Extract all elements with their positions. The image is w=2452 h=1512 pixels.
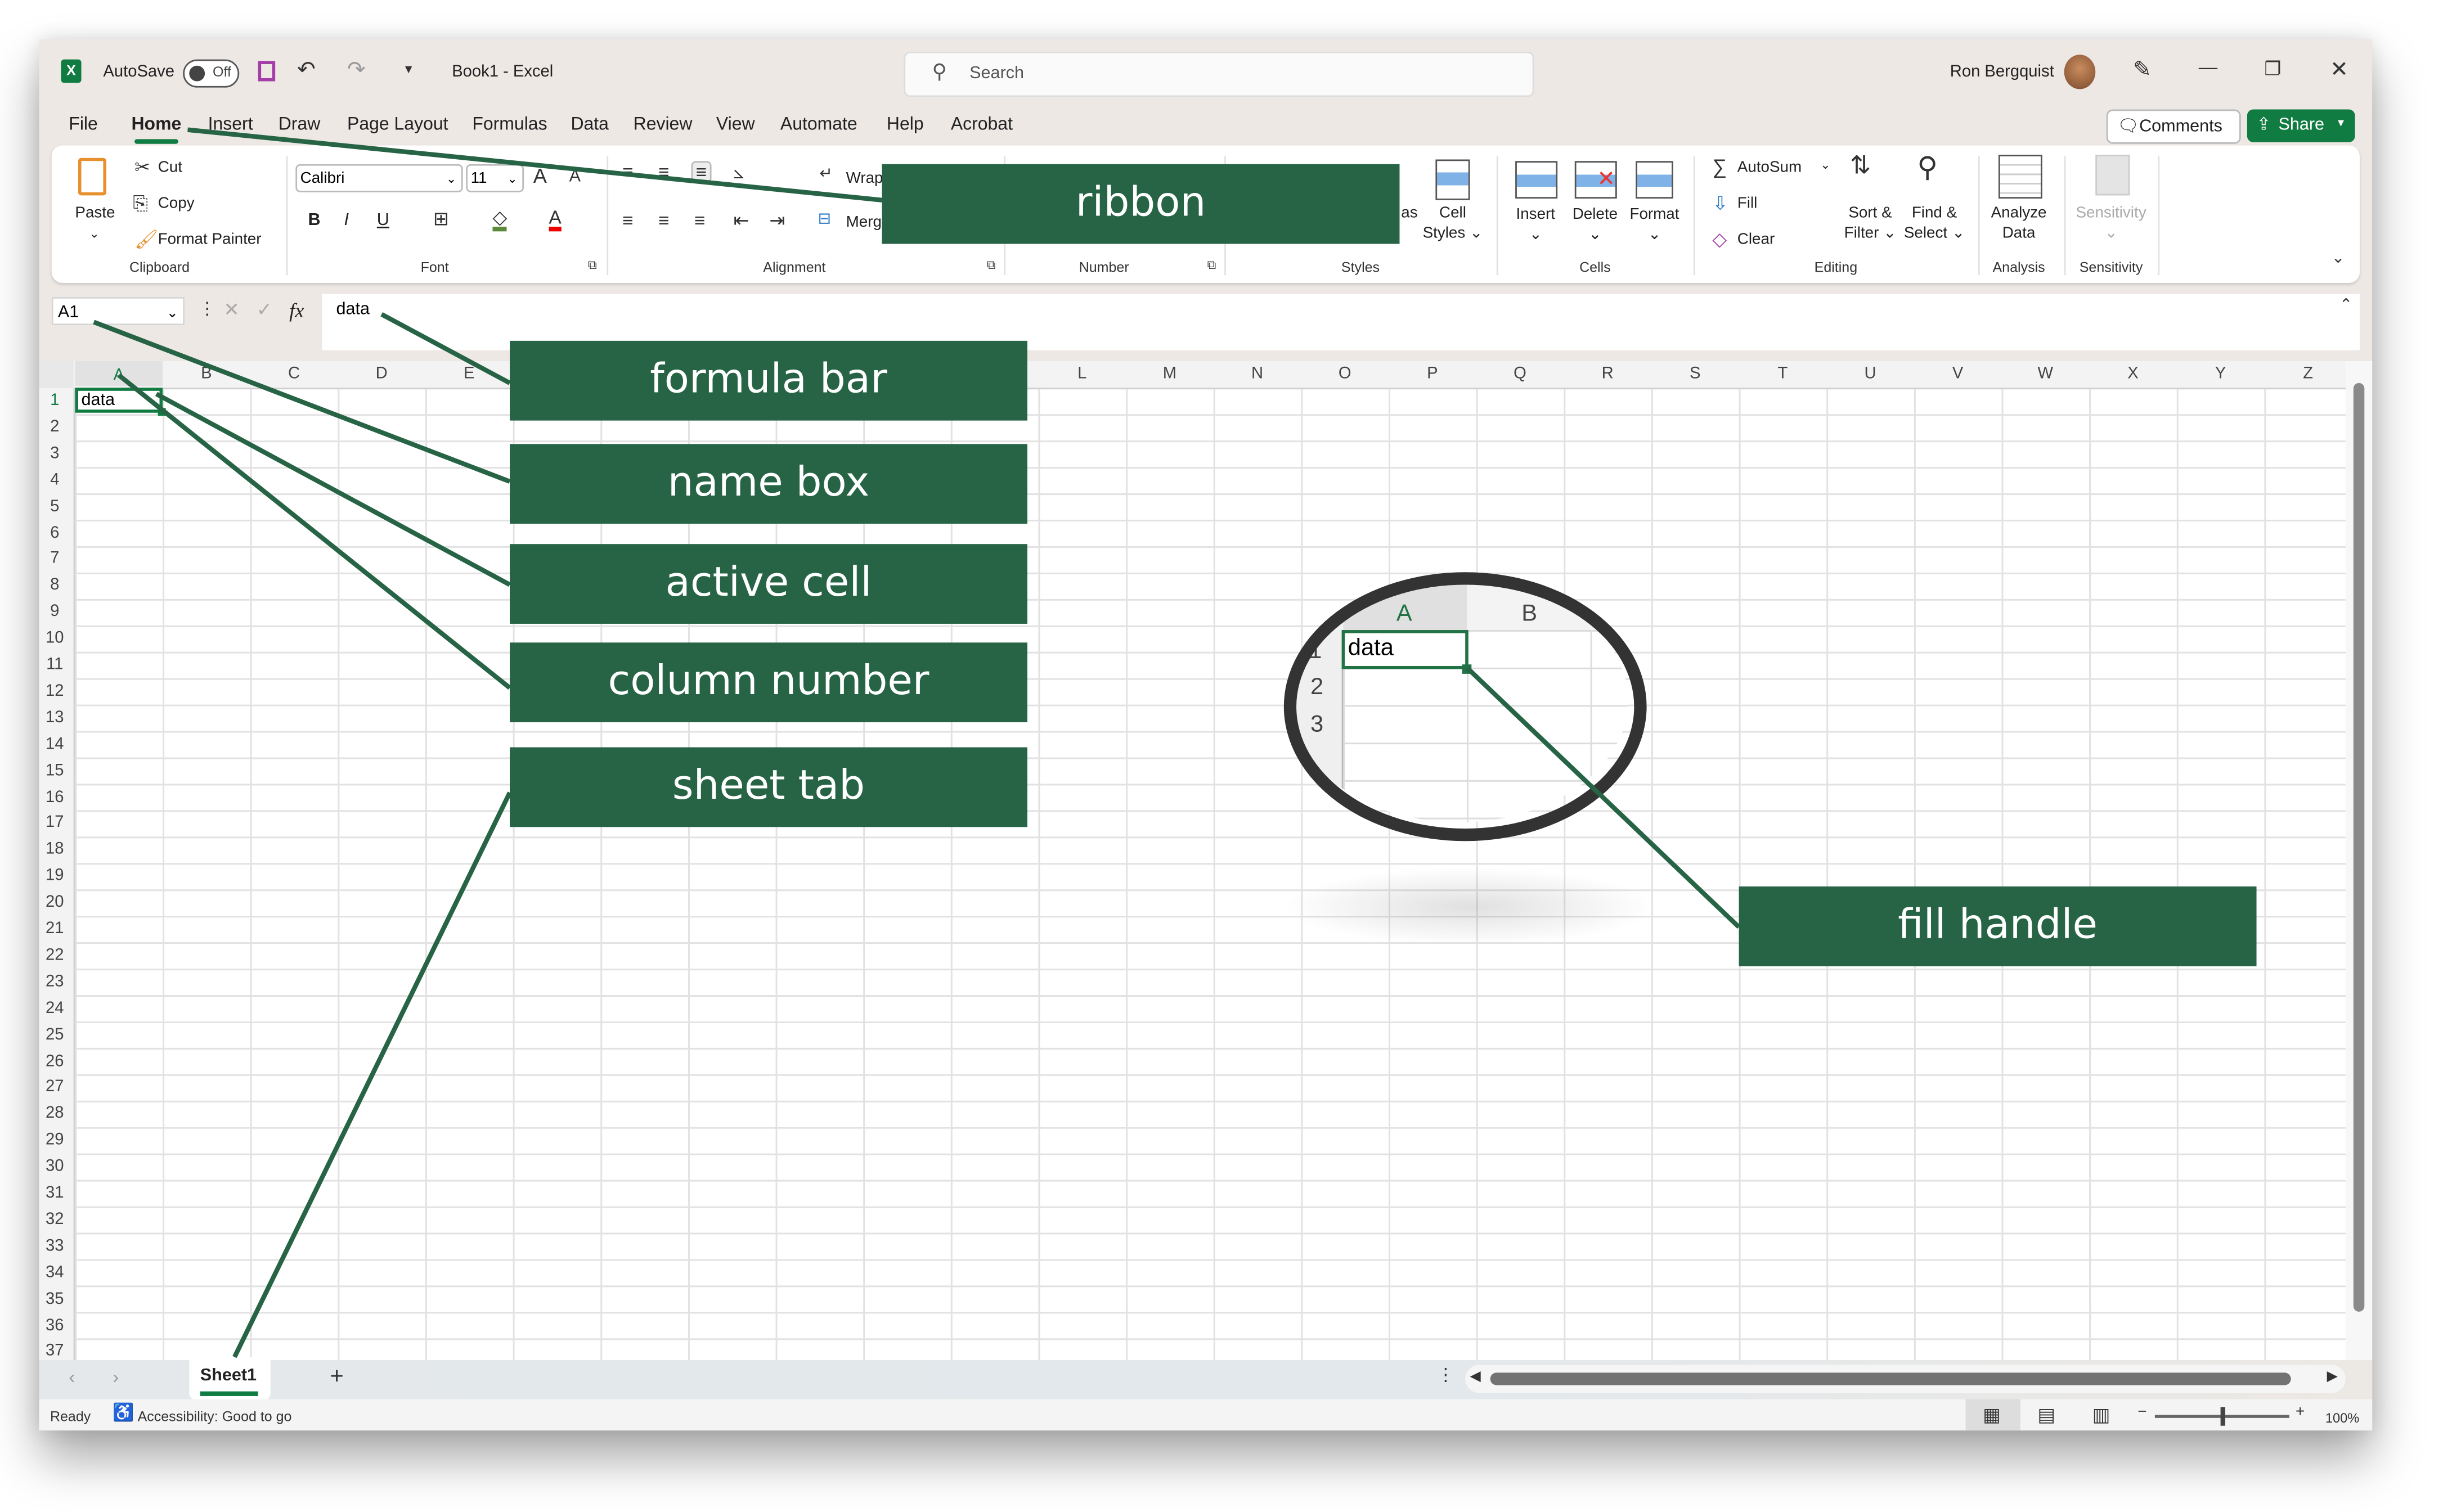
fill-handle-callout-line [1465, 665, 1741, 929]
stage: X AutoSave Off ↶ ↷ ▾ Book1 - Excel ⚲ Sea… [0, 0, 2452, 1512]
callout-active-cell: active cell [510, 544, 1028, 624]
ribbon-callout-line [187, 127, 882, 202]
callout-column-number: column number [510, 642, 1028, 723]
callout-fill-handle: fill handle [1739, 886, 2257, 966]
column-number-callout-line [117, 373, 511, 690]
callout-formula-bar: formula bar [510, 340, 1028, 421]
sheet-tab-callout-line [232, 791, 512, 1358]
callout-ribbon: ribbon [882, 164, 1400, 244]
callout-name-box: name box [510, 444, 1028, 524]
callout-sheet-tab: sheet tab [510, 747, 1028, 827]
name-box-callout-line [93, 320, 511, 484]
formula-bar-callout-line [380, 312, 511, 385]
active-cell-callout-line [155, 392, 511, 587]
